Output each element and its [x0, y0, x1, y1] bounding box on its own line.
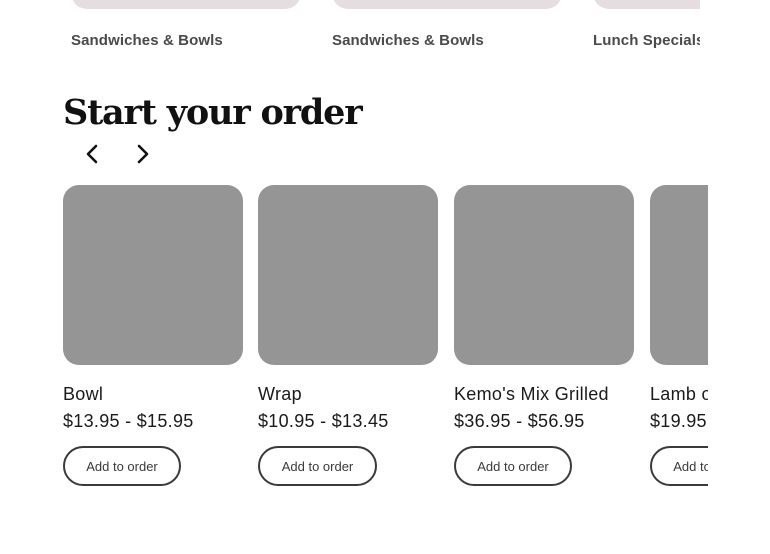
product-price: $10.95 - $13.45 — [258, 411, 389, 431]
category-image[interactable] — [593, 0, 700, 9]
category-carousel: Sandwiches & Bowls Sandwiches & Bowls Lu… — [0, 0, 700, 60]
add-to-order-button[interactable]: Add to order — [454, 446, 572, 486]
add-to-order-button[interactable]: Add to order — [63, 446, 181, 486]
category-label[interactable]: Sandwiches & Bowls — [332, 32, 484, 49]
category-image[interactable] — [71, 0, 301, 9]
product-card[interactable]: Kemo's Mix Grilled $36.95 - $56.95 Add t… — [454, 185, 634, 486]
page: Sandwiches & Bowls Sandwiches & Bowls Lu… — [0, 0, 770, 554]
chevron-right-icon — [137, 144, 149, 164]
product-card[interactable]: Lamb over Rice $19.95 Add to order — [650, 185, 708, 486]
product-name: Bowl — [63, 384, 104, 404]
product-carousel: Bowl $13.95 - $15.95 Add to order Wrap $… — [63, 185, 708, 495]
add-to-order-button[interactable]: Add to order — [650, 446, 708, 486]
carousel-prev-button[interactable] — [79, 140, 107, 168]
product-image[interactable] — [454, 185, 634, 365]
chevron-left-icon — [86, 144, 98, 164]
product-image[interactable] — [63, 185, 243, 365]
section-title: Start your order — [63, 92, 363, 133]
category-label[interactable]: Lunch Specials — [593, 32, 700, 49]
product-image[interactable] — [650, 185, 708, 365]
product-card[interactable]: Bowl $13.95 - $15.95 Add to order — [63, 185, 243, 486]
category-image[interactable] — [332, 0, 562, 9]
product-price: $13.95 - $15.95 — [63, 411, 194, 431]
product-name: Wrap — [258, 384, 302, 404]
category-label[interactable]: Sandwiches & Bowls — [71, 32, 223, 49]
product-image[interactable] — [258, 185, 438, 365]
product-price: $19.95 — [650, 411, 707, 431]
product-price: $36.95 - $56.95 — [454, 411, 585, 431]
product-name: Kemo's Mix Grilled — [454, 384, 609, 404]
product-name: Lamb over Rice — [650, 384, 708, 404]
carousel-next-button[interactable] — [128, 140, 156, 168]
product-card[interactable]: Wrap $10.95 - $13.45 Add to order — [258, 185, 438, 486]
add-to-order-button[interactable]: Add to order — [258, 446, 377, 486]
